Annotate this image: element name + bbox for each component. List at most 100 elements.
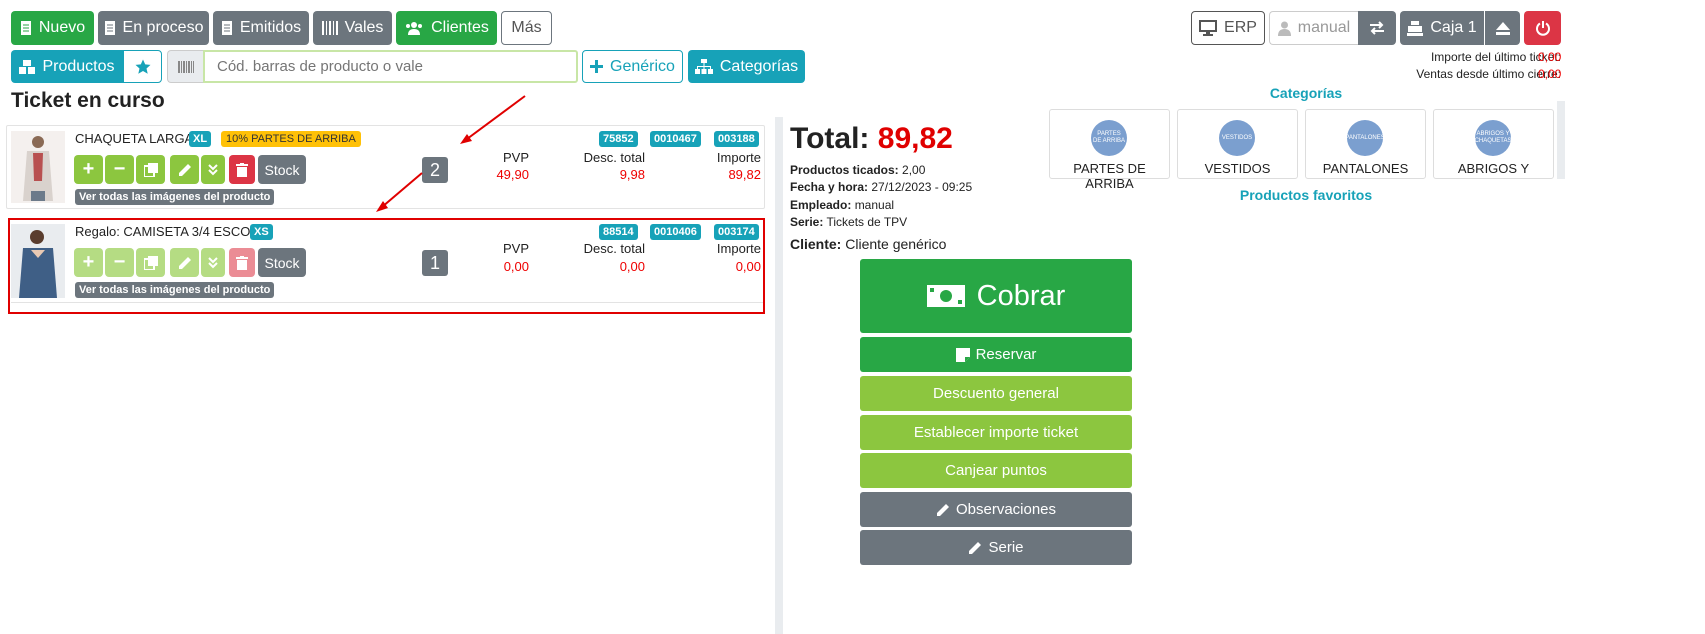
ventas-cierre-value: 0,00 (1538, 67, 1562, 81)
cash-register-icon (1407, 20, 1424, 36)
category-icon: PANTALONES (1345, 120, 1385, 156)
observaciones-button[interactable]: Observaciones (860, 492, 1132, 527)
cliente-value: Cliente genérico (845, 236, 947, 252)
desc-value: 9,98 (619, 167, 645, 182)
establecer-importe-label: Establecer importe ticket (913, 424, 1079, 441)
star-icon (135, 59, 150, 74)
sitemap-icon (694, 59, 713, 74)
category-card[interactable]: PANTALONES PANTALONES (1305, 109, 1426, 179)
product-image[interactable] (11, 224, 65, 298)
productos-ticados-value: 2,00 (902, 163, 926, 177)
mas-button[interactable]: Más (501, 11, 552, 45)
serie-label: Serie: (790, 215, 824, 229)
vales-button[interactable]: Vales (313, 11, 392, 45)
sticky-note-icon (955, 347, 970, 362)
category-icon: ABRIGOS Y CHAQUETAS (1475, 120, 1511, 156)
categorias-title: Categorías (1269, 85, 1343, 101)
monitor-icon (1199, 20, 1218, 36)
user-button[interactable]: manual (1269, 11, 1358, 45)
expand-button[interactable] (201, 155, 225, 184)
view-images-link[interactable]: Ver todas las imágenes del producto (75, 282, 275, 298)
categories-scrollbar[interactable] (1557, 101, 1565, 179)
plus-icon (590, 60, 604, 73)
caja-button[interactable]: Caja 1 (1400, 11, 1484, 45)
eject-icon (1495, 21, 1510, 35)
vales-label: Vales (344, 19, 384, 36)
duplicate-button[interactable] (136, 155, 165, 184)
category-card[interactable]: VESTIDOS VESTIDOS (1177, 109, 1298, 179)
add-qty-button: + (74, 248, 103, 277)
power-button[interactable] (1524, 11, 1561, 45)
duplicate-button (136, 248, 165, 277)
ticket-title: Ticket en curso (11, 89, 165, 112)
pencil-icon (936, 503, 949, 516)
productos-label: Productos (42, 57, 115, 75)
erp-label: ERP (1224, 19, 1257, 36)
fecha-hora-label: Fecha y hora: (790, 180, 869, 194)
descuento-general-label: Descuento general (933, 385, 1059, 402)
ticket-scrollbar[interactable] (775, 117, 783, 634)
favorites-button[interactable] (123, 50, 162, 83)
exchange-icon (1370, 21, 1384, 35)
view-images-link[interactable]: Ver todas las imágenes del producto (75, 189, 275, 205)
desc-label: Desc. total (583, 150, 645, 165)
barcode-badge: 003188 (714, 131, 759, 147)
copy-icon (143, 162, 158, 177)
generico-button[interactable]: Genérico (582, 50, 683, 83)
empleado-label: Empleado: (790, 198, 852, 212)
category-card[interactable]: ABRIGOS Y CHAQUETAS ABRIGOS Y (1433, 109, 1554, 179)
stock-button[interactable]: Stock (258, 155, 306, 184)
remove-qty-button[interactable]: − (105, 155, 134, 184)
receipt-icon (20, 21, 31, 35)
cliente[interactable]: Cliente: Cliente genérico (790, 236, 946, 252)
user-label: manual (1297, 19, 1351, 36)
reference-badge: 0010467 (650, 131, 701, 147)
barcode-search-input[interactable] (203, 50, 578, 83)
categorias-button[interactable]: Categorías (688, 50, 805, 83)
descuento-general-button[interactable]: Descuento general (860, 376, 1132, 411)
total-value: 89,82 (877, 122, 953, 155)
category-label: ABRIGOS Y (1457, 161, 1530, 176)
reservar-button[interactable]: Reservar (860, 337, 1132, 372)
eject-button[interactable] (1485, 11, 1520, 45)
importe-ultimo-label: Importe del último ticket: (1430, 50, 1561, 64)
delete-button[interactable] (229, 155, 255, 184)
minus-icon: − (113, 158, 126, 180)
clientes-label: Clientes (431, 19, 489, 36)
product-image[interactable] (11, 131, 65, 203)
money-bill-icon (926, 285, 965, 307)
erp-button[interactable]: ERP (1191, 11, 1265, 45)
favoritos-title: Productos favoritos (1239, 187, 1373, 203)
barcode-badge: 003174 (714, 224, 759, 240)
serie-button-label: Serie (988, 539, 1024, 556)
categorias-label: Categorías (719, 57, 799, 75)
importe-ultimo-value: 0,00 (1538, 50, 1562, 64)
importe-value: 89,82 (728, 167, 761, 182)
productos-button[interactable]: Productos (11, 50, 123, 83)
cobrar-button[interactable]: Cobrar (860, 259, 1132, 333)
barcode-icon (177, 60, 194, 73)
category-card[interactable]: PARTES DE ARRIBA PARTES DE ARRIBA (1049, 109, 1170, 191)
establecer-importe-button[interactable]: Establecer importe ticket (860, 415, 1132, 450)
barcode-icon (321, 21, 338, 35)
en-proceso-button[interactable]: En proceso (98, 11, 209, 45)
line-name: Regalo: CAMISETA 3/4 ESCOTE (75, 224, 267, 239)
user-icon (1277, 21, 1291, 36)
stock-button[interactable]: Stock (258, 248, 306, 277)
receipt-icon (221, 21, 232, 35)
serie-button[interactable]: Serie (860, 530, 1132, 565)
clientes-button[interactable]: Clientes (396, 11, 497, 45)
switch-user-button[interactable] (1358, 11, 1396, 45)
edit-button (170, 248, 199, 277)
plus-icon: + (82, 158, 95, 180)
nuevo-button[interactable]: Nuevo (11, 11, 94, 45)
double-chevron-down-icon (208, 256, 218, 268)
emitidos-button[interactable]: Emitidos (213, 11, 309, 45)
trash-icon (236, 162, 248, 177)
add-qty-button[interactable]: + (74, 155, 103, 184)
reservar-label: Reservar (975, 346, 1037, 363)
mas-label: Más (511, 19, 542, 36)
desc-value: 0,00 (619, 259, 645, 274)
edit-button[interactable] (170, 155, 199, 184)
canjear-puntos-button[interactable]: Canjear puntos (860, 453, 1132, 488)
